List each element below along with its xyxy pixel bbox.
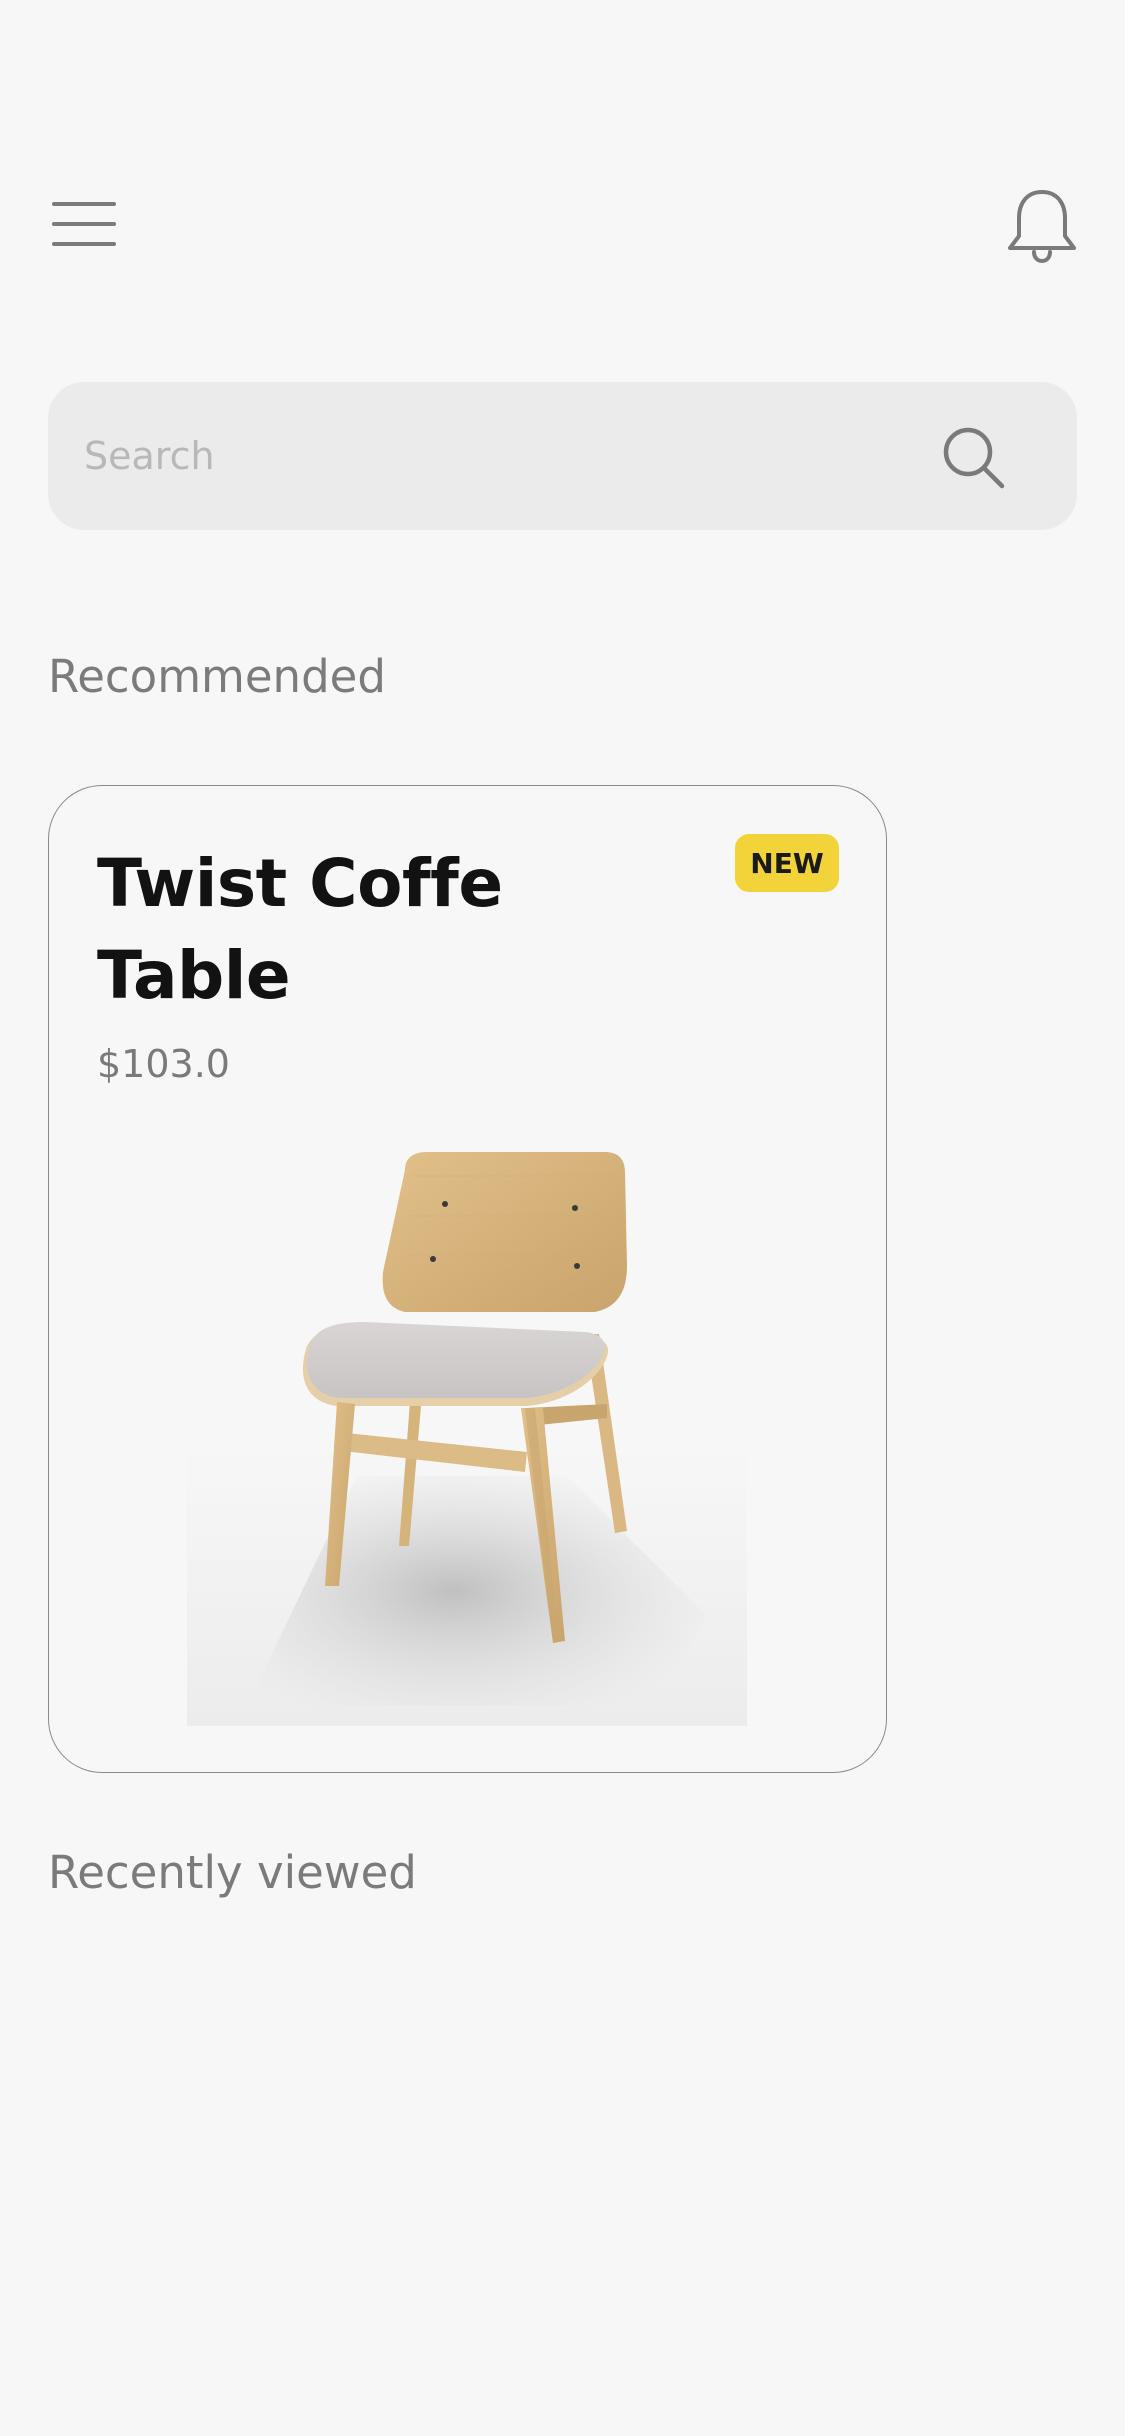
recently-viewed-heading: Recently viewed — [48, 1846, 417, 1899]
bell-icon — [1008, 190, 1076, 264]
product-card[interactable]: Twist Coffe Table $103.0 NEW — [48, 785, 887, 1773]
new-badge: NEW — [735, 834, 839, 892]
search-button[interactable] — [938, 422, 1010, 494]
search-bar — [48, 382, 1077, 530]
search-icon — [943, 427, 1005, 489]
notifications-button[interactable] — [1005, 188, 1079, 264]
wooden-chair-image — [187, 1152, 747, 1726]
product-name: Twist Coffe Table — [97, 845, 503, 1014]
recommended-heading: Recommended — [48, 650, 386, 703]
search-input[interactable] — [84, 382, 924, 530]
product-price: $103.0 — [97, 1042, 230, 1086]
hamburger-menu-icon — [52, 202, 116, 246]
menu-button[interactable] — [48, 190, 120, 250]
